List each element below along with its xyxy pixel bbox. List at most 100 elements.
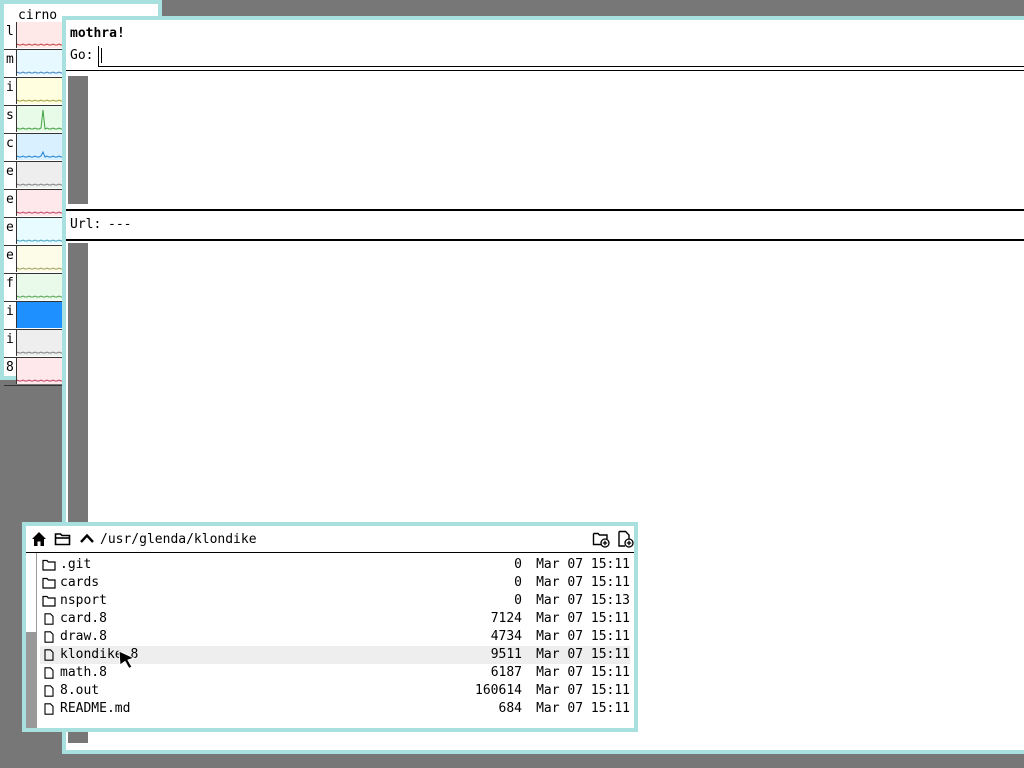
stat-row[interactable]: c bbox=[4, 134, 63, 162]
stat-sparkline bbox=[17, 99, 63, 102]
stat-row[interactable]: i bbox=[4, 302, 63, 330]
file-row[interactable]: nsport 0 Mar 07 15:13 bbox=[40, 592, 630, 610]
file-size: 0 bbox=[514, 557, 522, 572]
go-input[interactable] bbox=[98, 46, 1024, 67]
file-browser-toolbar: /usr/glenda/klondike bbox=[26, 526, 634, 553]
stat-graph bbox=[16, 246, 63, 272]
stat-sparkline bbox=[17, 239, 63, 242]
file-date: Mar 07 15:11 bbox=[536, 575, 630, 590]
file-row[interactable]: .git 0 Mar 07 15:11 bbox=[40, 556, 630, 574]
file-date: Mar 07 15:11 bbox=[536, 557, 630, 572]
url-value[interactable]: --- bbox=[108, 217, 131, 232]
link-pane[interactable] bbox=[66, 72, 1024, 211]
stat-sparkline bbox=[17, 267, 63, 270]
file-icon bbox=[42, 613, 56, 625]
file-size: 684 bbox=[498, 701, 522, 716]
file-row[interactable]: card.8 7124 Mar 07 15:11 bbox=[40, 610, 630, 628]
stat-graph bbox=[16, 218, 63, 244]
file-date: Mar 07 15:11 bbox=[536, 683, 630, 698]
file-list-scroll-thumb[interactable] bbox=[26, 632, 36, 728]
stat-sparkline bbox=[17, 211, 63, 214]
stat-sparkline bbox=[17, 351, 63, 354]
url-bar: Url: --- bbox=[66, 211, 1024, 241]
parent-directory-icon[interactable] bbox=[78, 530, 96, 548]
stat-row[interactable]: 8 bbox=[4, 358, 63, 386]
file-date: Mar 07 15:11 bbox=[536, 665, 630, 680]
file-name: card.8 bbox=[60, 611, 107, 626]
stat-sparkline bbox=[17, 150, 63, 158]
new-folder-icon[interactable] bbox=[592, 530, 610, 548]
file-icon bbox=[42, 703, 56, 715]
command-bar: mothra! Go: bbox=[66, 20, 1024, 71]
file-size: 4734 bbox=[490, 629, 522, 644]
file-name: math.8 bbox=[60, 665, 107, 680]
stat-graph bbox=[16, 78, 63, 104]
go-label: Go: bbox=[70, 48, 94, 63]
stat-graph bbox=[16, 162, 63, 188]
file-row[interactable]: cards 0 Mar 07 15:11 bbox=[40, 574, 630, 592]
browser-name[interactable]: mothra! bbox=[70, 26, 125, 41]
stat-row[interactable]: i bbox=[4, 78, 63, 106]
stat-sparkline bbox=[17, 183, 63, 186]
stat-row[interactable]: e bbox=[4, 162, 63, 190]
file-icon bbox=[42, 649, 56, 661]
stat-row[interactable]: e bbox=[4, 218, 63, 246]
stat-sparkline bbox=[17, 323, 63, 326]
url-label: Url: bbox=[70, 217, 102, 232]
file-name: nsport bbox=[60, 593, 107, 608]
home-icon[interactable] bbox=[30, 530, 48, 548]
current-path[interactable]: /usr/glenda/klondike bbox=[100, 532, 257, 547]
stats-graphs: lmisceeeefii8 bbox=[4, 22, 63, 386]
file-icon bbox=[42, 667, 56, 679]
stat-sparkline bbox=[17, 71, 63, 74]
stat-graph bbox=[16, 274, 63, 300]
file-row[interactable]: 8.out 160614 Mar 07 15:11 bbox=[40, 682, 630, 700]
link-pane-scrollbar[interactable] bbox=[68, 76, 88, 204]
file-size: 9511 bbox=[490, 647, 522, 662]
file-icon bbox=[42, 631, 56, 643]
stat-row[interactable]: i bbox=[4, 330, 63, 358]
file-date: Mar 07 15:11 bbox=[536, 611, 630, 626]
file-name: README.md bbox=[60, 701, 131, 716]
stat-row[interactable]: f bbox=[4, 274, 63, 302]
stat-row[interactable]: e bbox=[4, 246, 63, 274]
mouse-cursor-icon bbox=[118, 650, 136, 670]
file-row[interactable]: README.md 684 Mar 07 15:11 bbox=[40, 700, 630, 718]
stat-graph bbox=[16, 330, 63, 356]
file-row[interactable]: draw.8 4734 Mar 07 15:11 bbox=[40, 628, 630, 646]
file-name: 8.out bbox=[60, 683, 100, 698]
stat-graph bbox=[16, 190, 63, 216]
file-list-scrollbar[interactable] bbox=[26, 553, 37, 728]
stat-row[interactable]: l bbox=[4, 22, 63, 50]
file-size: 160614 bbox=[475, 683, 522, 698]
stat-sparkline bbox=[17, 109, 63, 130]
file-name: .git bbox=[60, 557, 92, 572]
stat-graph bbox=[16, 358, 63, 384]
folder-open-icon[interactable] bbox=[54, 530, 72, 548]
stat-graph bbox=[16, 22, 63, 48]
file-list: .git 0 Mar 07 15:11 cards 0 Mar 07 15:11 nspor… bbox=[40, 556, 630, 718]
folder-icon bbox=[42, 559, 56, 571]
stat-sparkline bbox=[17, 379, 63, 382]
text-caret bbox=[101, 48, 102, 63]
stat-sparkline bbox=[17, 43, 63, 46]
stat-row[interactable]: m bbox=[4, 50, 63, 78]
file-name: draw.8 bbox=[60, 629, 107, 644]
stat-graph bbox=[16, 106, 63, 132]
file-browser-window: /usr/glenda/klondike .git 0 Mar 07 15:11 ca… bbox=[22, 522, 638, 732]
file-size: 6187 bbox=[490, 665, 522, 680]
stat-row[interactable]: s bbox=[4, 106, 63, 134]
stat-sparkline bbox=[17, 295, 63, 298]
file-date: Mar 07 15:11 bbox=[536, 629, 630, 644]
file-icon bbox=[42, 685, 56, 697]
file-date: Mar 07 15:11 bbox=[536, 701, 630, 716]
stat-graph bbox=[16, 302, 63, 328]
stat-row[interactable]: e bbox=[4, 190, 63, 218]
file-size: 7124 bbox=[490, 611, 522, 626]
new-file-icon[interactable] bbox=[616, 530, 634, 548]
file-date: Mar 07 15:11 bbox=[536, 647, 630, 662]
folder-icon bbox=[42, 577, 56, 589]
stat-graph bbox=[16, 134, 63, 160]
stat-graph bbox=[16, 50, 63, 76]
file-date: Mar 07 15:13 bbox=[536, 593, 630, 608]
